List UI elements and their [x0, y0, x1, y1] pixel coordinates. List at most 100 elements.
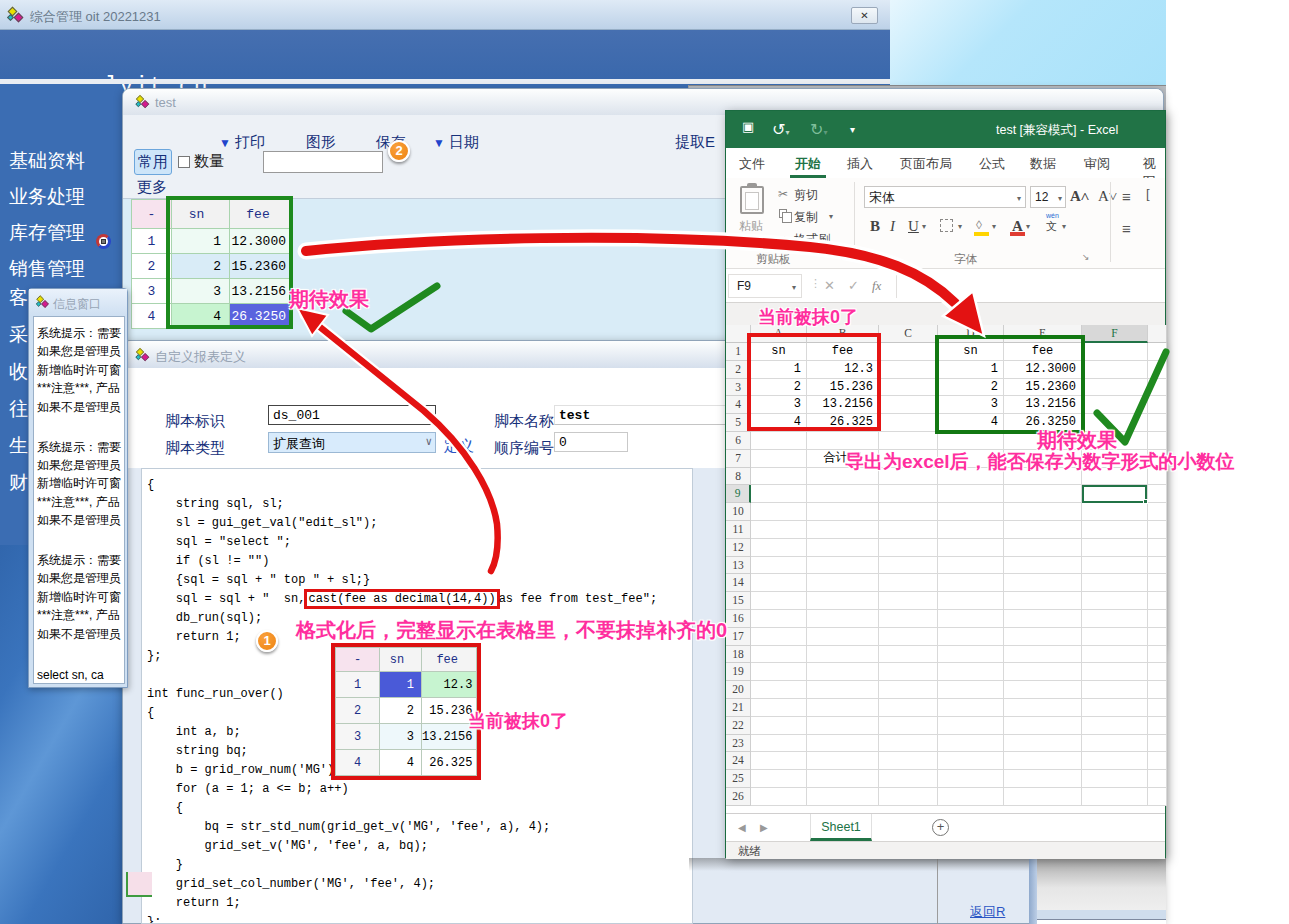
cell-E26[interactable]: [1004, 788, 1082, 806]
row-header[interactable]: 25: [726, 770, 751, 788]
cell-E21[interactable]: [1004, 699, 1082, 717]
cell-F2[interactable]: [1082, 361, 1148, 379]
cell-D16[interactable]: [938, 610, 1004, 628]
grid-cell[interactable]: 1: [336, 672, 380, 698]
borders-dropdown[interactable]: ▾: [958, 222, 962, 231]
row-header[interactable]: 15: [726, 592, 751, 610]
cell-F14[interactable]: [1082, 574, 1148, 592]
cell-B19[interactable]: [807, 663, 879, 681]
selected-cell[interactable]: [1082, 485, 1147, 503]
row-header[interactable]: 26: [726, 788, 751, 806]
cell-B21[interactable]: [807, 699, 879, 717]
fx-icon[interactable]: fx: [872, 278, 881, 294]
cell-E23[interactable]: [1004, 735, 1082, 753]
cell-G24[interactable]: [1148, 752, 1167, 770]
ribbon-tab-3[interactable]: 插入: [847, 155, 873, 173]
cell-A17[interactable]: [751, 628, 807, 646]
cell-B22[interactable]: [807, 717, 879, 735]
sidebar-item-collapsed[interactable]: 生: [9, 433, 28, 459]
cell-F24[interactable]: [1082, 752, 1148, 770]
cell-B14[interactable]: [807, 574, 879, 592]
grid-cell[interactable]: 1: [380, 672, 422, 698]
cell-B12[interactable]: [807, 539, 879, 557]
row-header[interactable]: 20: [726, 681, 751, 699]
cell-E9[interactable]: [1004, 485, 1082, 503]
cell-A23[interactable]: [751, 735, 807, 753]
cell-D22[interactable]: [938, 717, 1004, 735]
cell-D14[interactable]: [938, 574, 1004, 592]
ribbon-tab-1[interactable]: 文件: [739, 155, 765, 173]
cell-C12[interactable]: [879, 539, 938, 557]
quantity-checkbox[interactable]: [178, 156, 190, 168]
underline-icon[interactable]: U: [908, 218, 919, 235]
cell-C25[interactable]: [879, 770, 938, 788]
cell-D23[interactable]: [938, 735, 1004, 753]
cell-C18[interactable]: [879, 646, 938, 664]
cell-B25[interactable]: [807, 770, 879, 788]
cell-E15[interactable]: [1004, 592, 1082, 610]
cell-F23[interactable]: [1082, 735, 1148, 753]
cell-E19[interactable]: [1004, 663, 1082, 681]
cell-B10[interactable]: [807, 503, 879, 521]
cell-A12[interactable]: [751, 539, 807, 557]
underline-dropdown[interactable]: ▾: [922, 222, 926, 231]
ribbon-tab-4[interactable]: 页面布局: [900, 155, 952, 173]
cell-C14[interactable]: [879, 574, 938, 592]
sidebar-item-collapsed[interactable]: 收: [9, 359, 28, 385]
cell-D21[interactable]: [938, 699, 1004, 717]
cell-E12[interactable]: [1004, 539, 1082, 557]
cell-D10[interactable]: [938, 503, 1004, 521]
cell-D18[interactable]: [938, 646, 1004, 664]
cell-C11[interactable]: [879, 521, 938, 539]
grid-cell[interactable]: 3: [380, 724, 422, 750]
paste-button[interactable]: 粘贴: [739, 218, 763, 235]
sidebar-item[interactable]: 库存管理: [9, 220, 85, 246]
cell-B16[interactable]: [807, 610, 879, 628]
add-sheet-icon[interactable]: +: [932, 819, 949, 836]
cell-F12[interactable]: [1082, 539, 1148, 557]
row-header[interactable]: 9: [726, 485, 751, 503]
close-icon[interactable]: ✕: [851, 7, 878, 24]
grid-cell[interactable]: 12.3: [422, 672, 477, 698]
cell-D19[interactable]: [938, 663, 1004, 681]
cell-F20[interactable]: [1082, 681, 1148, 699]
grid-cell[interactable]: 26.325: [422, 750, 477, 776]
cell-B17[interactable]: [807, 628, 879, 646]
cell-A14[interactable]: [751, 574, 807, 592]
cell-G2[interactable]: [1148, 361, 1167, 379]
row-header[interactable]: 24: [726, 752, 751, 770]
cell-D24[interactable]: [938, 752, 1004, 770]
cell-E18[interactable]: [1004, 646, 1082, 664]
cell-D15[interactable]: [938, 592, 1004, 610]
define-link[interactable]: 定义: [444, 437, 474, 456]
cell-B20[interactable]: [807, 681, 879, 699]
name-box[interactable]: F9▾: [728, 274, 802, 298]
cell-A6[interactable]: [751, 432, 807, 450]
grid-cell[interactable]: 2: [380, 698, 422, 724]
cell-D13[interactable]: [938, 557, 1004, 575]
cell-A16[interactable]: [751, 610, 807, 628]
cell-A20[interactable]: [751, 681, 807, 699]
cut-button[interactable]: 剪切: [794, 187, 818, 204]
cell-C22[interactable]: [879, 717, 938, 735]
cell-F4[interactable]: [1082, 396, 1148, 414]
cell-G12[interactable]: [1148, 539, 1167, 557]
cell-C24[interactable]: [879, 752, 938, 770]
cell-C16[interactable]: [879, 610, 938, 628]
cell-G13[interactable]: [1148, 557, 1167, 575]
sidebar-item-collapsed[interactable]: 客: [9, 285, 28, 311]
cell-G20[interactable]: [1148, 681, 1167, 699]
cell-D26[interactable]: [938, 788, 1004, 806]
grid-cell[interactable]: 2: [336, 698, 380, 724]
fill-handle[interactable]: [1143, 499, 1148, 504]
copy-dropdown[interactable]: ▾: [829, 212, 833, 221]
cell-B18[interactable]: [807, 646, 879, 664]
font-color-dropdown[interactable]: ▾: [1026, 222, 1030, 231]
sheet-tab[interactable]: Sheet1: [810, 814, 872, 841]
cell-F15[interactable]: [1082, 592, 1148, 610]
cell-B11[interactable]: [807, 521, 879, 539]
paste-icon[interactable]: [740, 186, 764, 214]
column-header[interactable]: C: [879, 325, 938, 343]
sidebar-item[interactable]: 销售管理: [9, 256, 85, 282]
more-link[interactable]: 更多: [137, 178, 167, 197]
